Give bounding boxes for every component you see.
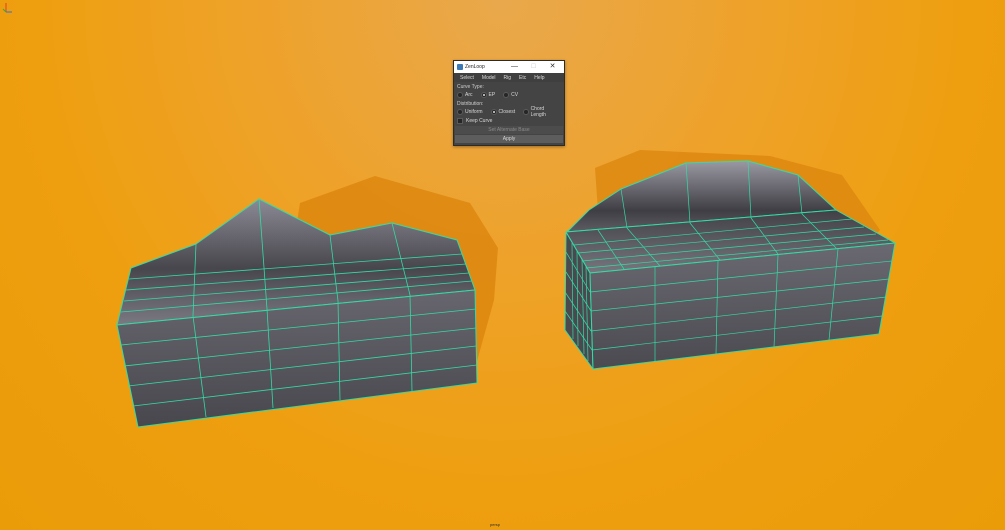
- radio-arc[interactable]: Arc: [457, 91, 473, 98]
- apply-button[interactable]: Apply: [455, 135, 563, 143]
- menu-help[interactable]: Help: [530, 75, 548, 81]
- keep-curve-label: Keep Curve: [466, 117, 493, 124]
- radio-ep-label: EP: [488, 91, 496, 98]
- radio-arc-label: Arc: [465, 91, 473, 98]
- radio-closest-label: Closest: [498, 108, 516, 115]
- mesh-left: [116, 198, 478, 428]
- set-alternate-base-button[interactable]: Set Alternate Base: [455, 126, 563, 134]
- camera-label: persp: [490, 522, 501, 527]
- menu-select[interactable]: Select: [456, 75, 478, 81]
- menu-model[interactable]: Model: [478, 75, 500, 81]
- distribution-options: Uniform Closest Chord Length: [454, 106, 564, 118]
- radio-cv[interactable]: CV: [503, 91, 519, 98]
- zenloop-dialog[interactable]: ZenLoop — □ ✕ Select Model Rig Etc Help …: [453, 60, 565, 146]
- window-controls: — □ ✕: [505, 61, 562, 73]
- radio-cv-label: CV: [511, 91, 519, 98]
- radio-dot-arc[interactable]: [457, 91, 463, 98]
- minimize-icon[interactable]: —: [505, 61, 524, 73]
- radio-dot-cv[interactable]: [503, 91, 510, 98]
- radio-uniform-label: Uniform: [465, 108, 483, 115]
- maximize-icon[interactable]: □: [524, 61, 543, 73]
- menu-rig[interactable]: Rig: [500, 75, 516, 81]
- radio-dot-uniform[interactable]: [457, 108, 463, 115]
- menu-bar: Select Model Rig Etc Help: [454, 73, 564, 82]
- app-icon: [457, 64, 463, 70]
- radio-ep[interactable]: EP: [480, 91, 496, 98]
- radio-uniform[interactable]: Uniform: [457, 108, 483, 115]
- axis-icon: [2, 3, 12, 13]
- radio-chord-length-label: Chord Length: [530, 105, 546, 118]
- radio-dot-closest[interactable]: [490, 108, 497, 115]
- radio-chord-length[interactable]: Chord Length: [523, 106, 556, 118]
- dialog-titlebar[interactable]: ZenLoop — □ ✕: [454, 61, 564, 73]
- menu-etc[interactable]: Etc: [515, 75, 530, 81]
- radio-dot-chord-length[interactable]: [523, 108, 529, 115]
- close-icon[interactable]: ✕: [543, 61, 562, 73]
- curve-type-label: Curve Type:: [457, 84, 484, 90]
- curve-type-options: Arc EP CV: [454, 90, 564, 99]
- radio-dot-ep[interactable]: [480, 91, 487, 98]
- keep-curve-checkbox[interactable]: [457, 117, 463, 124]
- dialog-title: ZenLoop: [465, 64, 485, 70]
- radio-closest[interactable]: Closest: [490, 108, 516, 115]
